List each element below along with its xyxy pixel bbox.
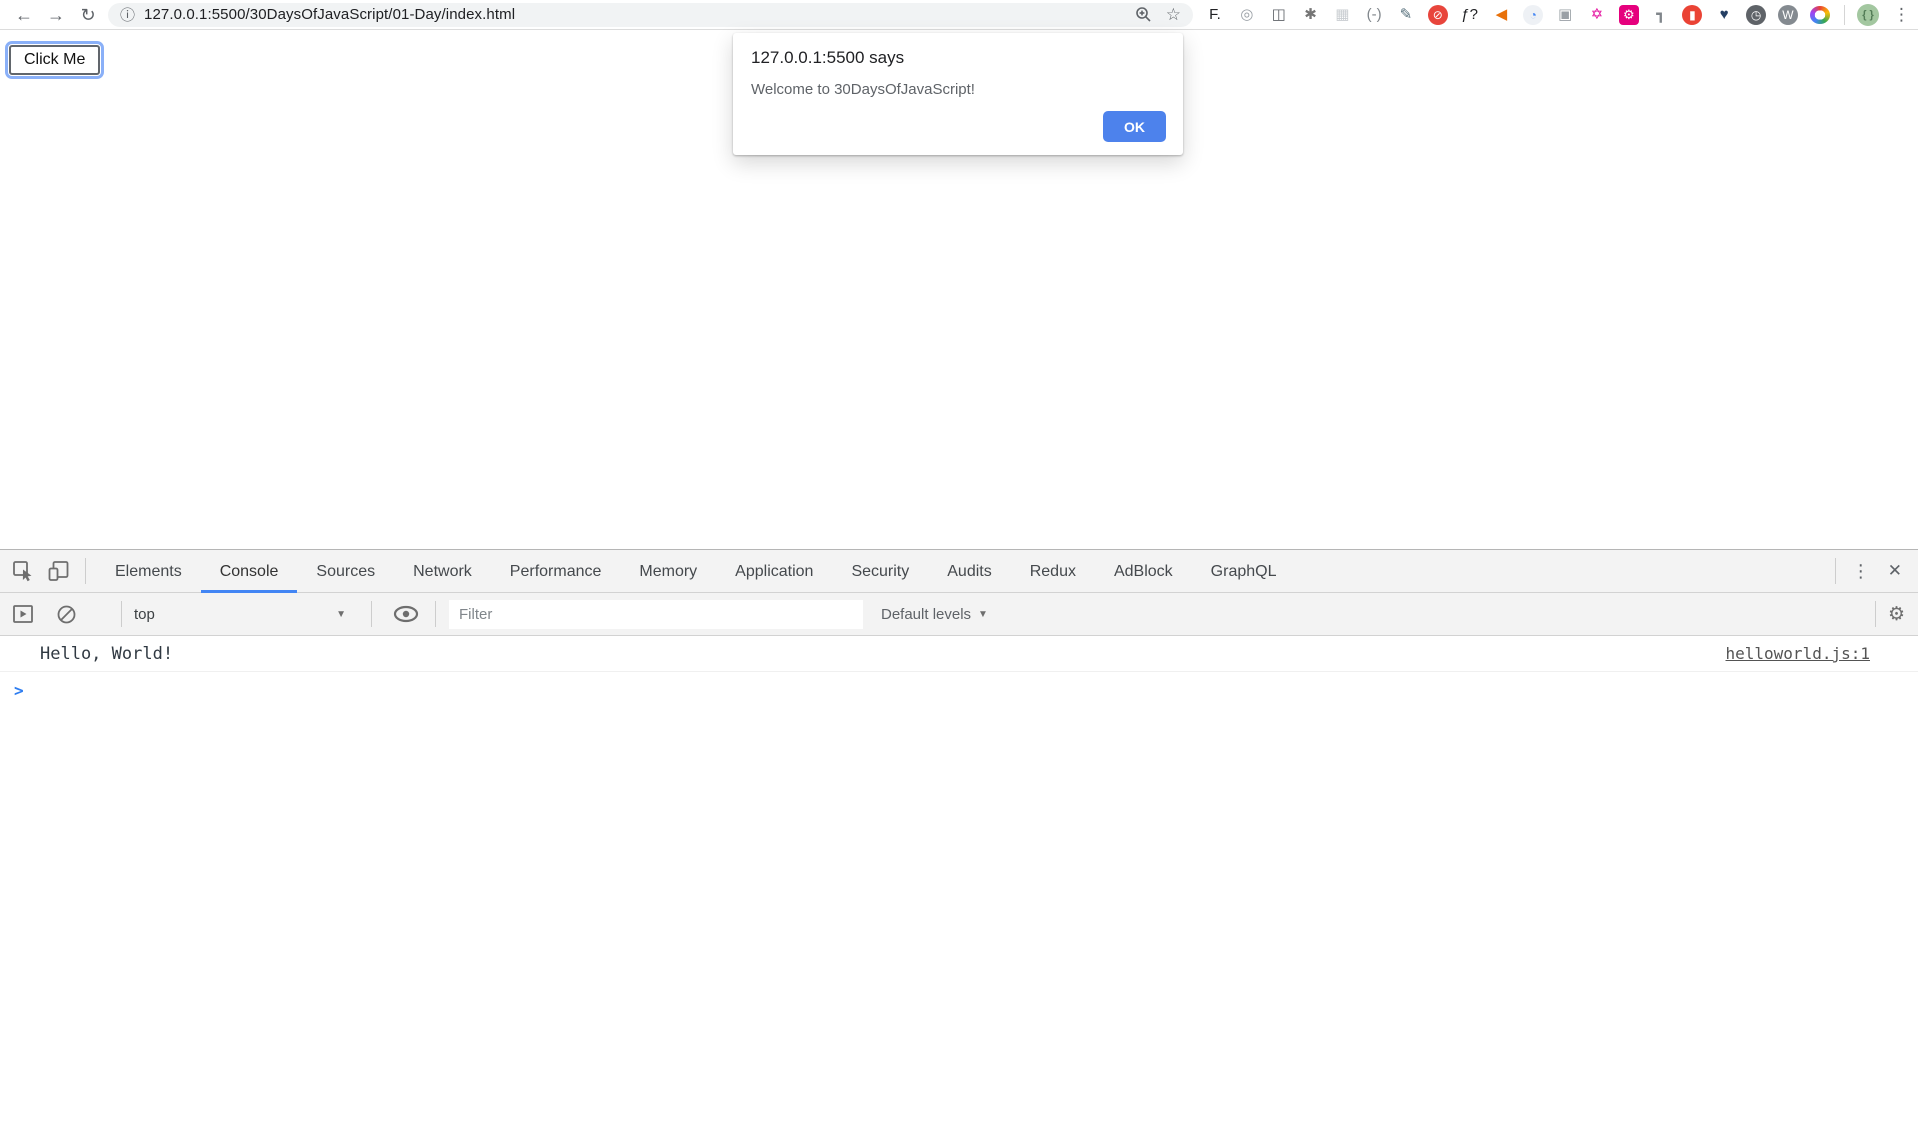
click-me-button[interactable]: Click Me	[9, 45, 100, 75]
devtools-panel: Elements Console Sources Network Perform…	[0, 549, 1918, 1146]
tab-application[interactable]: Application	[716, 550, 832, 593]
console-toolbar-separator	[1875, 601, 1876, 627]
console-prompt-chevron-icon: >	[14, 681, 24, 700]
extension-icon-0[interactable]: F.	[1205, 5, 1225, 25]
extension-icon-13[interactable]: ⚙	[1619, 5, 1639, 25]
extension-icon-4[interactable]: ▦	[1332, 5, 1352, 25]
tab-graphql[interactable]: GraphQL	[1192, 550, 1296, 593]
console-toolbar: top ▼ Default levels ▼ ⚙	[0, 593, 1918, 636]
console-settings-gear-icon[interactable]: ⚙	[1888, 603, 1905, 626]
console-prompt-row[interactable]: >	[0, 672, 1918, 700]
tab-memory[interactable]: Memory	[620, 550, 716, 593]
console-toolbar-separator	[371, 601, 372, 627]
console-messages: Hello, World! helloworld.js:1 >	[0, 636, 1918, 700]
extension-icon-15[interactable]: ▮	[1682, 5, 1702, 25]
chevron-down-icon: ▼	[336, 609, 346, 620]
console-log-text: Hello, World!	[40, 644, 173, 664]
alert-dialog-title: 127.0.0.1:5500 says	[751, 48, 1166, 68]
extension-icon-5[interactable]: (-)	[1364, 5, 1384, 25]
address-bar[interactable]: ⓘ 127.0.0.1:5500/30DaysOfJavaScript/01-D…	[108, 3, 1193, 27]
extension-icon-6[interactable]: ✎	[1396, 5, 1416, 25]
console-log-row[interactable]: Hello, World! helloworld.js:1	[0, 636, 1918, 672]
browser-menu-icon[interactable]: ⋮	[1885, 5, 1918, 25]
execution-context-label: top	[122, 606, 155, 623]
extension-icon-19[interactable]	[1810, 6, 1830, 24]
log-levels-label: Default levels	[881, 606, 971, 623]
clear-console-icon[interactable]	[56, 604, 77, 625]
url-text[interactable]: 127.0.0.1:5500/30DaysOfJavaScript/01-Day…	[144, 6, 515, 23]
tab-audits[interactable]: Audits	[928, 550, 1010, 593]
extension-icon-7[interactable]: ⊘	[1428, 5, 1448, 25]
back-icon[interactable]: ←	[8, 1, 40, 29]
tab-sources[interactable]: Sources	[297, 550, 394, 593]
zoom-indicator-icon[interactable]	[1135, 6, 1152, 23]
extension-icon-17[interactable]: ◷	[1746, 5, 1766, 25]
reload-icon[interactable]: ↻	[72, 1, 104, 29]
console-filter-input[interactable]	[449, 600, 863, 629]
tab-performance[interactable]: Performance	[491, 550, 621, 593]
extension-icon-1[interactable]: ◎	[1237, 5, 1257, 25]
log-levels-select[interactable]: Default levels ▼	[881, 606, 988, 623]
extension-icon-9[interactable]: ◀	[1491, 5, 1511, 25]
device-toolbar-icon[interactable]	[48, 560, 71, 582]
tab-elements[interactable]: Elements	[96, 550, 201, 593]
console-toolbar-separator	[435, 601, 436, 627]
extension-icon-14[interactable]: ┓	[1651, 5, 1671, 25]
console-source-link[interactable]: helloworld.js:1	[1726, 644, 1871, 663]
inspect-element-icon[interactable]	[12, 560, 34, 582]
extension-icon-8[interactable]: ƒ?	[1460, 5, 1480, 25]
extension-icon-2[interactable]: ◫	[1269, 5, 1289, 25]
tab-adblock[interactable]: AdBlock	[1095, 550, 1192, 593]
tabbar-separator	[85, 558, 86, 584]
alert-ok-button[interactable]: OK	[1103, 111, 1166, 142]
forward-icon[interactable]: →	[40, 1, 72, 29]
chevron-down-icon: ▼	[978, 609, 988, 620]
tab-console[interactable]: Console	[201, 550, 298, 593]
devtools-menu-icon[interactable]: ⋮	[1838, 561, 1884, 582]
extensions-strip: F. ◎ ◫ ✱ ▦ (-) ✎ ⊘ ƒ? ◀ ◔ ▣ ✡ ⚙ ┓ ▮ ♥ ◷ …	[1193, 5, 1838, 25]
extension-icon-3[interactable]: ✱	[1300, 5, 1320, 25]
create-live-expression-icon[interactable]	[392, 604, 420, 624]
extension-icon-10[interactable]: ◔	[1523, 5, 1543, 25]
alert-dialog: 127.0.0.1:5500 says Welcome to 30DaysOfJ…	[733, 33, 1183, 155]
toolbar-separator	[1844, 5, 1845, 25]
tab-security[interactable]: Security	[832, 550, 928, 593]
console-sidebar-toggle-icon[interactable]	[12, 603, 34, 625]
tab-redux[interactable]: Redux	[1011, 550, 1095, 593]
extension-icon-11[interactable]: ▣	[1555, 5, 1575, 25]
execution-context-select[interactable]: top ▼	[122, 606, 362, 623]
button-focus-ring: Click Me	[5, 41, 104, 79]
page-info-icon[interactable]: ⓘ	[120, 4, 135, 25]
tab-network[interactable]: Network	[394, 550, 491, 593]
devtools-close-icon[interactable]: ✕	[1884, 561, 1918, 581]
browser-window: ← → ↻ ⓘ 127.0.0.1:5500/30DaysOfJavaScrip…	[0, 0, 1918, 1146]
browser-toolbar: ← → ↻ ⓘ 127.0.0.1:5500/30DaysOfJavaScrip…	[0, 0, 1918, 30]
json-brackets-icon[interactable]: { }	[1857, 4, 1879, 26]
tabbar-separator	[1835, 558, 1836, 584]
alert-dialog-message: Welcome to 30DaysOfJavaScript!	[751, 81, 1166, 98]
page-viewport: Click Me 127.0.0.1:5500 says Welcome to …	[0, 31, 1918, 549]
extension-icon-12[interactable]: ✡	[1587, 5, 1607, 25]
bookmark-star-icon[interactable]: ☆	[1166, 5, 1181, 25]
devtools-tabbar: Elements Console Sources Network Perform…	[0, 550, 1918, 593]
extension-icon-16[interactable]: ♥	[1714, 5, 1734, 25]
extension-icon-18[interactable]: W	[1778, 5, 1798, 25]
